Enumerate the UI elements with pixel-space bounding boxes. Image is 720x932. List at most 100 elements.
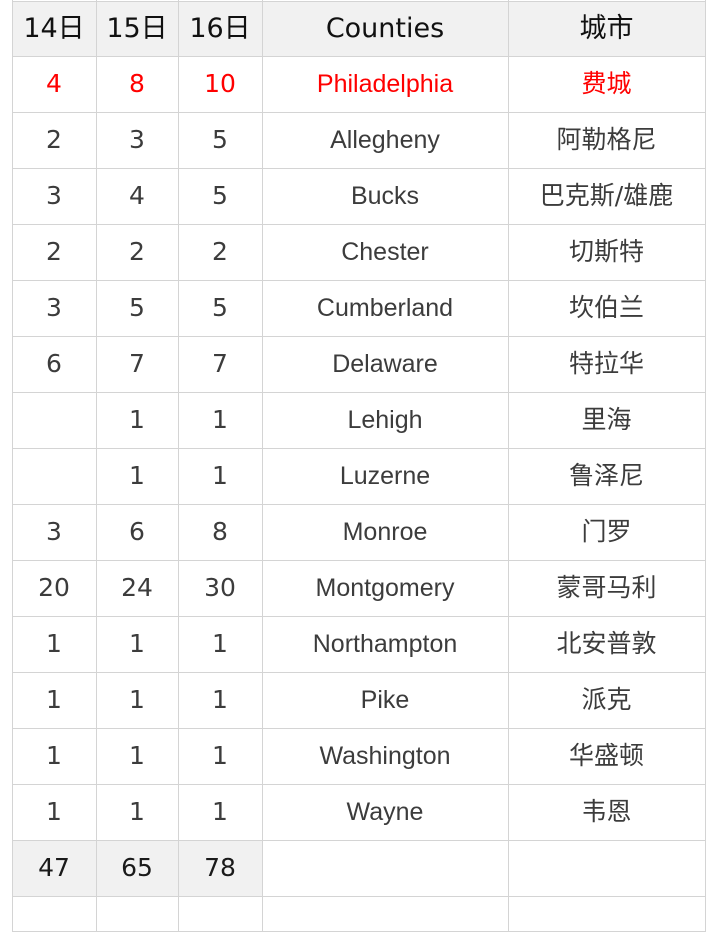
cell-d16[interactable]: 30 — [177, 560, 263, 617]
cell-city[interactable]: 鲁泽尼 — [507, 448, 706, 505]
cell-d16[interactable]: 7 — [177, 336, 263, 393]
column-header-d14[interactable]: 14日 — [11, 1, 97, 57]
cell-d15[interactable]: 1 — [95, 448, 179, 505]
cell-city[interactable]: 切斯特 — [507, 224, 706, 281]
cell-city[interactable]: 北安普敦 — [507, 616, 706, 673]
cell-d15[interactable]: 3 — [95, 112, 179, 169]
column-header-city[interactable]: 城市 — [507, 1, 706, 57]
table-row[interactable]: 20 24 30 Montgomery 蒙哥马利 — [0, 560, 706, 617]
cell-d16[interactable]: 1 — [177, 672, 263, 729]
cell-d15[interactable]: 7 — [95, 336, 179, 393]
cell-d16[interactable]: 1 — [177, 392, 263, 449]
cell-d14[interactable]: 4 — [11, 56, 97, 113]
cell-d14[interactable]: 2 — [11, 112, 97, 169]
cell-d14[interactable]: 20 — [11, 560, 97, 617]
cell-county[interactable]: Bucks — [261, 168, 509, 225]
table-row[interactable]: 3 5 5 Cumberland 坎伯兰 — [0, 280, 706, 337]
cell-total-d16[interactable]: 78 — [177, 840, 263, 897]
cell-county[interactable]: Chester — [261, 224, 509, 281]
cell-d14[interactable]: 1 — [11, 616, 97, 673]
cell-d15[interactable]: 1 — [95, 672, 179, 729]
cell-total-city[interactable] — [507, 840, 706, 897]
cell-d14[interactable]: 3 — [11, 504, 97, 561]
cell-d16[interactable]: 2 — [177, 224, 263, 281]
cell-d16[interactable]: 5 — [177, 280, 263, 337]
cell-city[interactable]: 派克 — [507, 672, 706, 729]
cell-county[interactable]: Monroe — [261, 504, 509, 561]
cell-d15[interactable]: 5 — [95, 280, 179, 337]
table-row[interactable]: 2 2 2 Chester 切斯特 — [0, 224, 706, 281]
table-row[interactable]: 4 8 10 Philadelphia 费城 — [0, 56, 706, 113]
cell-city[interactable]: 门罗 — [507, 504, 706, 561]
cell-city[interactable]: 费城 — [507, 56, 706, 113]
table-row[interactable]: 1 1 1 Northampton 北安普敦 — [0, 616, 706, 673]
cell-city[interactable]: 特拉华 — [507, 336, 706, 393]
cell-city[interactable]: 里海 — [507, 392, 706, 449]
column-header-d15[interactable]: 15日 — [95, 1, 179, 57]
cell-d15[interactable]: 4 — [95, 168, 179, 225]
cell-d14[interactable]: 1 — [11, 672, 97, 729]
cell-d16[interactable]: 5 — [177, 168, 263, 225]
cell-d16[interactable]: 10 — [177, 56, 263, 113]
table-row[interactable]: 1 1 Luzerne 鲁泽尼 — [0, 448, 706, 505]
cell-city[interactable]: 蒙哥马利 — [507, 560, 706, 617]
table-row[interactable]: 1 1 1 Washington 华盛顿 — [0, 728, 706, 785]
cell-d16[interactable]: 1 — [177, 448, 263, 505]
cell-d14[interactable] — [11, 392, 97, 449]
cell-d16[interactable]: 1 — [177, 616, 263, 673]
table-totals-row[interactable]: 47 65 78 — [0, 840, 706, 897]
table-row-clipped-bottom — [0, 896, 706, 932]
cell-county[interactable]: Philadelphia — [261, 56, 509, 113]
cell-d15[interactable]: 24 — [95, 560, 179, 617]
cell-county[interactable]: Washington — [261, 728, 509, 785]
cell-county[interactable]: Allegheny — [261, 112, 509, 169]
table-row[interactable]: 1 1 1 Wayne 韦恩 — [0, 784, 706, 841]
table-row[interactable]: 3 4 5 Bucks 巴克斯/雄鹿 — [0, 168, 706, 225]
cell-d15[interactable]: 1 — [95, 616, 179, 673]
cell-city[interactable]: 坎伯兰 — [507, 280, 706, 337]
cell-d14[interactable]: 3 — [11, 280, 97, 337]
counties-case-table: 14日 15日 16日 Counties 城市 4 8 10 Philadelp… — [0, 0, 706, 932]
row-gutter-cell — [0, 560, 13, 617]
cell-total-county[interactable] — [261, 840, 509, 897]
table-row[interactable]: 1 1 1 Pike 派克 — [0, 672, 706, 729]
cell-county[interactable]: Cumberland — [261, 280, 509, 337]
cell-d15[interactable]: 8 — [95, 56, 179, 113]
cell-city[interactable]: 巴克斯/雄鹿 — [507, 168, 706, 225]
table-row[interactable]: 1 1 Lehigh 里海 — [0, 392, 706, 449]
cell-county[interactable]: Delaware — [261, 336, 509, 393]
cell-county[interactable]: Montgomery — [261, 560, 509, 617]
cell-county[interactable]: Luzerne — [261, 448, 509, 505]
cell-city[interactable]: 韦恩 — [507, 784, 706, 841]
cell-d14[interactable]: 3 — [11, 168, 97, 225]
cell-d15[interactable]: 1 — [95, 728, 179, 785]
cell-total-d15[interactable]: 65 — [95, 840, 179, 897]
cell-county[interactable]: Pike — [261, 672, 509, 729]
table-header-row: 14日 15日 16日 Counties 城市 — [0, 1, 706, 57]
cell-d14[interactable]: 2 — [11, 224, 97, 281]
cell-d16[interactable]: 1 — [177, 728, 263, 785]
cell-d15[interactable]: 1 — [95, 392, 179, 449]
cell-city[interactable]: 阿勒格尼 — [507, 112, 706, 169]
cell-d14[interactable] — [11, 448, 97, 505]
table-row[interactable]: 3 6 8 Monroe 门罗 — [0, 504, 706, 561]
cell-d14[interactable]: 1 — [11, 728, 97, 785]
cell-county[interactable]: Lehigh — [261, 392, 509, 449]
cell-d15[interactable]: 2 — [95, 224, 179, 281]
cell-city[interactable]: 华盛顿 — [507, 728, 706, 785]
cell-d16[interactable]: 5 — [177, 112, 263, 169]
cell-d14[interactable]: 1 — [11, 784, 97, 841]
table-row[interactable]: 6 7 7 Delaware 特拉华 — [0, 336, 706, 393]
cell-county[interactable]: Northampton — [261, 616, 509, 673]
row-gutter-cell — [0, 112, 13, 169]
cell-total-d14[interactable]: 47 — [11, 840, 97, 897]
cell-d15[interactable]: 1 — [95, 784, 179, 841]
cell-d16[interactable]: 8 — [177, 504, 263, 561]
cell-d14[interactable]: 6 — [11, 336, 97, 393]
cell-county[interactable]: Wayne — [261, 784, 509, 841]
table-row[interactable]: 2 3 5 Allegheny 阿勒格尼 — [0, 112, 706, 169]
column-header-d16[interactable]: 16日 — [177, 1, 263, 57]
cell-d15[interactable]: 6 — [95, 504, 179, 561]
column-header-counties[interactable]: Counties — [261, 1, 509, 57]
cell-d16[interactable]: 1 — [177, 784, 263, 841]
